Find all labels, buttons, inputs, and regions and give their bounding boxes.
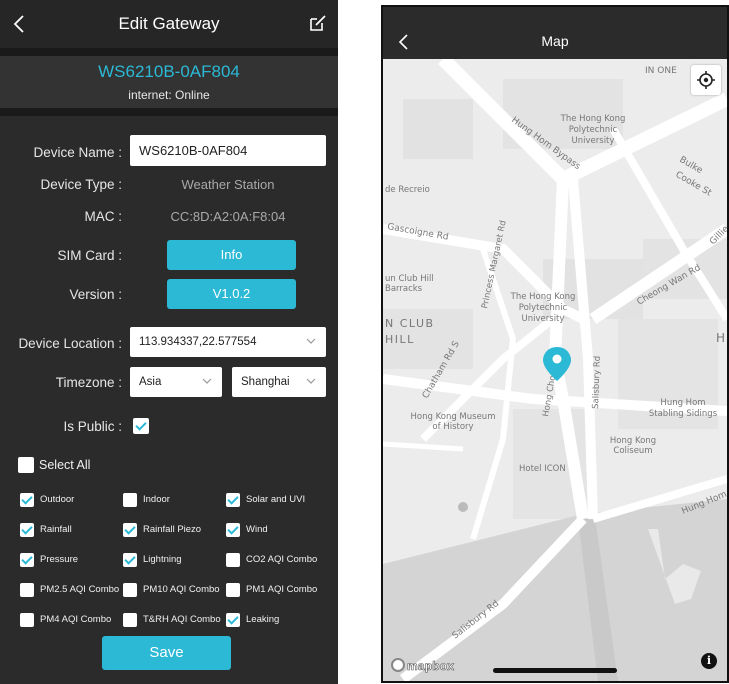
mapbox-logo-icon (391, 658, 405, 672)
option-label: Indoor (143, 494, 170, 505)
map-label-museum-1: Hong Kong Museum (411, 412, 496, 422)
edit-gateway-screen: Edit Gateway WS6210B-0AF804 internet: On… (0, 0, 338, 684)
is-public-checkbox[interactable] (133, 418, 149, 434)
crosshair-icon (697, 71, 715, 89)
map-label-coliseum-2: Coliseum (613, 446, 652, 456)
mac-value: CC:8D:A2:0A:F8:04 (170, 209, 286, 224)
option-checkbox[interactable] (123, 523, 137, 537)
version-button[interactable]: V1.0.2 (167, 279, 296, 309)
timezone-label: Timezone : (55, 375, 122, 390)
map-label-in-one: IN ONE (645, 66, 677, 76)
sim-card-label: SIM Card : (57, 248, 122, 263)
device-location-label: Device Location : (18, 336, 122, 351)
edit-icon[interactable] (308, 13, 328, 33)
map-label-h: H (716, 331, 725, 345)
timezone-city-select[interactable]: Shanghai (232, 367, 326, 397)
divider (0, 108, 338, 116)
option-checkbox[interactable] (123, 613, 137, 627)
page-title: Edit Gateway (118, 14, 220, 33)
option-label: Solar and UVI (246, 494, 306, 505)
device-type-label: Device Type : (40, 177, 122, 192)
map-label-polyu-mid-3: University (522, 314, 565, 324)
map-label-hotel-icon: Hotel ICON (519, 464, 566, 474)
map-label-n-club: N CLUB (385, 317, 435, 330)
home-indicator[interactable] (493, 668, 617, 673)
internet-status: internet: Online (128, 88, 210, 102)
option-label: Rainfall (40, 524, 72, 535)
map-label-museum-2: of History (432, 422, 473, 432)
option-label: PM1 AQI Combo (246, 584, 318, 595)
option-label: Lightning (143, 554, 182, 565)
timezone-city-value: Shanghai (241, 376, 290, 388)
map-label-polyu-mid-2: Polytechnic (519, 303, 568, 313)
option-checkbox[interactable] (226, 583, 240, 597)
map-label-de-recreio: de Recreio (385, 185, 430, 195)
option-checkbox[interactable] (20, 523, 34, 537)
chevron-down-icon (202, 378, 212, 384)
chevron-down-icon (306, 338, 316, 344)
map-title: Map (541, 33, 569, 49)
option-label: Leaking (246, 614, 280, 625)
option-checkbox[interactable] (20, 493, 34, 507)
map-screen: Map IN ONE The Hong Kong Polytechnic Uni… (381, 5, 729, 683)
map-label-polyu-mid-1: The Hong Kong (510, 292, 576, 302)
option-label: CO2 AQI Combo (246, 554, 318, 565)
map-label-polyu-top-3: University (572, 136, 615, 146)
mapbox-label: mapbox (407, 659, 455, 674)
info-icon[interactable]: i (701, 653, 717, 669)
map-label-polyu-top-2: Polytechnic (569, 125, 618, 135)
map-label-stabling-1: Hung Hom (660, 398, 705, 408)
device-serial: WS6210B-0AF804 (98, 62, 240, 81)
option-checkbox[interactable] (226, 553, 240, 567)
map-top-bar: Map (383, 7, 727, 59)
device-name-label: Device Name : (33, 145, 122, 160)
sim-info-button[interactable]: Info (167, 240, 296, 270)
option-checkbox[interactable] (123, 493, 137, 507)
option-label: Wind (246, 524, 268, 535)
save-button[interactable]: Save (102, 636, 231, 670)
chevron-down-icon (306, 378, 316, 384)
option-checkbox[interactable] (226, 523, 240, 537)
map-label-gun-club-2: Barracks (385, 284, 423, 294)
top-bar: Edit Gateway (0, 0, 338, 48)
option-label: Pressure (40, 554, 79, 565)
map-label-polyu-top-1: The Hong Kong (560, 114, 626, 124)
option-checkbox[interactable] (226, 493, 240, 507)
mac-label: MAC : (84, 209, 122, 224)
map-label-coliseum-1: Hong Kong (610, 436, 656, 446)
device-location-value: 113.934337,22.577554 (139, 336, 257, 348)
map-label-hill: HILL (385, 333, 415, 346)
option-label: Outdoor (40, 494, 75, 505)
device-type-value: Weather Station (181, 177, 275, 192)
divider (0, 48, 338, 56)
option-label: PM10 AQI Combo (143, 584, 220, 595)
option-label: Rainfall Piezo (143, 524, 202, 535)
locate-me-button[interactable] (691, 65, 721, 95)
option-checkbox[interactable] (20, 583, 34, 597)
select-all-label: Select All (39, 458, 91, 472)
version-label: Version : (69, 287, 122, 302)
option-checkbox[interactable] (226, 613, 240, 627)
option-checkbox[interactable] (20, 553, 34, 567)
option-label: T&RH AQI Combo (143, 614, 221, 625)
map-canvas[interactable]: IN ONE The Hong Kong Polytechnic Univers… (383, 59, 727, 681)
map-label-gun-club-1: un Club Hill (385, 274, 434, 284)
map-label-stabling-2: Stabling Sidings (649, 409, 718, 419)
is-public-label: Is Public : (63, 419, 122, 434)
map-label-salisbury-v: Salisbury Rd (591, 356, 603, 409)
select-all-checkbox[interactable] (18, 457, 34, 473)
timezone-region-select[interactable]: Asia (130, 367, 222, 397)
option-checkbox[interactable] (123, 583, 137, 597)
device-name-input[interactable]: WS6210B-0AF804 (130, 135, 326, 166)
option-checkbox[interactable] (20, 613, 34, 627)
device-location-select[interactable]: 113.934337,22.577554 (130, 327, 326, 357)
option-checkbox[interactable] (123, 553, 137, 567)
device-header: WS6210B-0AF804 internet: Online (0, 56, 338, 108)
timezone-region-value: Asia (139, 376, 162, 388)
mapbox-attribution[interactable]: mapbox (391, 658, 454, 673)
option-label: PM2.5 AQI Combo (40, 584, 120, 595)
option-label: PM4 AQI Combo (40, 614, 112, 625)
